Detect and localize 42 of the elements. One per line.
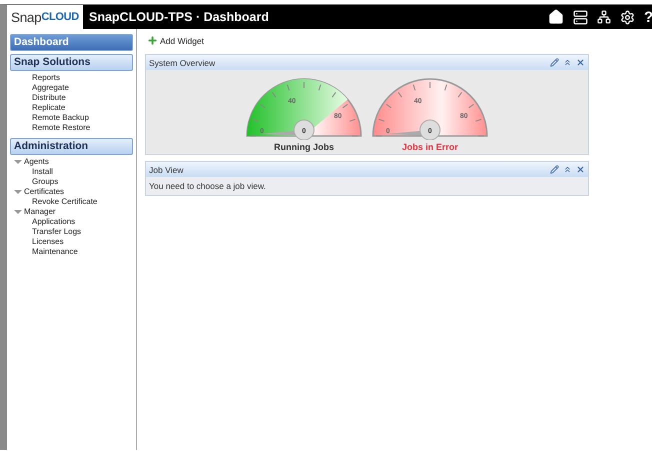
sidebar-item[interactable]: Groups bbox=[32, 177, 58, 187]
sidebar-item[interactable]: Remote Restore bbox=[32, 123, 90, 133]
sidebar-item[interactable]: Agents bbox=[24, 157, 49, 167]
widget-title: System Overview bbox=[149, 58, 216, 68]
add-widget-button[interactable]: Add Widget bbox=[145, 35, 206, 46]
expand-arrow-icon[interactable] bbox=[14, 190, 22, 194]
page-title: SnapCLOUD-TPS · Dashboard bbox=[89, 10, 270, 24]
widget-message: You need to choose a job view. bbox=[146, 177, 588, 195]
sidebar-item[interactable]: Certificates bbox=[24, 187, 64, 197]
sidebar-item[interactable]: Maintenance bbox=[32, 247, 78, 257]
sidebar-item[interactable]: Distribute bbox=[32, 93, 66, 103]
close-icon[interactable] bbox=[576, 165, 585, 174]
expand-arrow-icon[interactable] bbox=[14, 210, 22, 214]
sidebar-item[interactable]: Install bbox=[32, 167, 53, 177]
sidebar-item[interactable]: Applications bbox=[32, 217, 76, 227]
sidebar-section-header[interactable]: Administration bbox=[10, 138, 133, 155]
sidebar-item[interactable]: Replicate bbox=[32, 103, 66, 113]
plus-icon bbox=[147, 35, 158, 46]
sidebar-item[interactable]: Transfer Logs bbox=[32, 227, 82, 237]
sidebar-item[interactable]: Aggregate bbox=[32, 83, 69, 93]
edit-icon[interactable] bbox=[550, 165, 559, 174]
widget-title: Job View bbox=[149, 164, 184, 174]
logo: SnapCLOUD bbox=[7, 5, 83, 29]
edit-icon[interactable] bbox=[550, 58, 559, 67]
sidebar-item[interactable]: Reports bbox=[32, 73, 60, 83]
sidebar-item[interactable]: Licenses bbox=[32, 237, 64, 247]
gauge-label: Running Jobs bbox=[274, 142, 334, 152]
sidebar-section-header[interactable]: Snap Solutions bbox=[10, 54, 133, 71]
server-icon[interactable] bbox=[573, 10, 588, 24]
sidebar-item[interactable]: Manager bbox=[24, 207, 56, 217]
sidebar-item[interactable]: Revoke Certificate bbox=[32, 197, 98, 207]
collapse-icon[interactable] bbox=[563, 165, 572, 174]
settings-icon[interactable] bbox=[620, 10, 635, 24]
sitemap-icon[interactable] bbox=[597, 10, 611, 24]
collapse-icon[interactable] bbox=[563, 58, 572, 67]
close-icon[interactable] bbox=[576, 58, 585, 67]
sidebar-section-header[interactable]: Dashboard bbox=[10, 34, 133, 51]
sidebar-item[interactable]: Remote Backup bbox=[32, 113, 89, 123]
home-icon[interactable] bbox=[548, 9, 564, 25]
gauge-label: Jobs in Error bbox=[402, 142, 458, 152]
expand-arrow-icon[interactable] bbox=[14, 160, 22, 164]
help-icon[interactable]: ? bbox=[644, 8, 652, 26]
